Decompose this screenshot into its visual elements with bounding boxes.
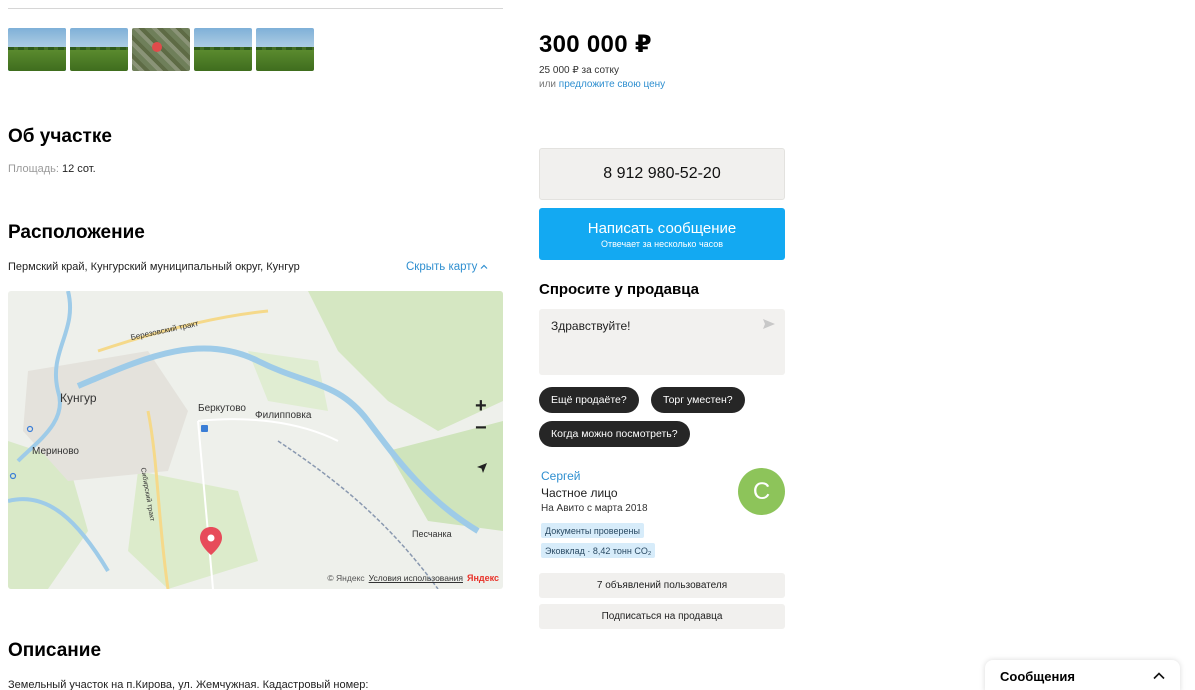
price: 300 000 ₽ <box>539 31 652 58</box>
photo-thumbnails <box>8 28 314 71</box>
seller-listings-button[interactable]: 7 объявлений пользователя <box>539 573 785 598</box>
zoom-out-button[interactable]: − <box>475 417 487 440</box>
area-line: Площадь: 12 сот. <box>8 163 96 175</box>
quick-question-chip-2[interactable]: Торг уместен? <box>651 387 745 413</box>
response-time: Отвечает за несколько часов <box>600 238 724 249</box>
write-message-button[interactable]: Написать сообщение Отвечает за несколько… <box>539 208 785 260</box>
location-map[interactable]: Кунгур Беркутово Филипповка Мериново Пес… <box>8 291 503 589</box>
location-heading: Расположение <box>8 222 145 243</box>
map-copyright: © Яндекс <box>327 573 365 583</box>
hide-map-link[interactable]: Скрыть карту <box>406 261 488 273</box>
price-per-unit: 25 000 ₽ за сотку <box>539 65 619 76</box>
map-label-peschanka: Песчанка <box>412 529 452 539</box>
messages-panel[interactable]: Сообщения <box>985 660 1180 690</box>
thumbnail-1[interactable] <box>8 28 66 71</box>
quick-question-chip-3[interactable]: Когда можно посмотреть? <box>539 421 690 447</box>
show-phone-button[interactable]: 8 912 980-52-20 <box>539 148 785 200</box>
about-heading: Об участке <box>8 126 112 147</box>
thumbnail-4[interactable] <box>194 28 252 71</box>
documents-verified-badge: Документы проверены <box>541 523 644 538</box>
seller-avatar[interactable]: С <box>738 468 785 515</box>
zoom-in-button[interactable]: + <box>475 395 487 418</box>
offer-price-link[interactable]: предложите свою цену <box>559 79 665 90</box>
seller-name[interactable]: Сергей <box>541 469 581 483</box>
map-label-filippovka: Филипповка <box>255 410 312 421</box>
offer-line: или предложите свою цену <box>539 79 665 90</box>
chevron-up-icon <box>480 264 488 269</box>
seller-type: Частное лицо <box>541 486 618 500</box>
ask-input-value: Здравствуйте! <box>551 319 631 333</box>
eco-contribution-badge[interactable]: Эковклад · 8,42 тонн CO₂ <box>541 543 656 558</box>
address: Пермский край, Кунгурский муниципальный … <box>8 261 300 273</box>
map-canvas <box>8 291 503 589</box>
map-footer: © Яндекс Условия использования Яндекс <box>327 573 499 583</box>
description-heading: Описание <box>8 640 102 661</box>
top-divider <box>8 8 503 9</box>
messages-title: Сообщения <box>1000 668 1075 684</box>
hide-map-label: Скрыть карту <box>406 261 478 273</box>
write-message-label: Написать сообщение <box>587 219 737 237</box>
send-icon[interactable] <box>763 319 775 329</box>
yandex-logo: Яндекс <box>466 573 499 583</box>
map-label-city: Кунгур <box>60 391 97 405</box>
locate-arrow-icon[interactable] <box>476 462 488 474</box>
subscribe-seller-button[interactable]: Подписаться на продавца <box>539 604 785 629</box>
map-terms-link[interactable]: Условия использования <box>369 573 463 583</box>
area-label: Площадь: <box>8 163 59 175</box>
map-label-merinovo: Мериново <box>32 446 79 457</box>
chevron-up-icon[interactable] <box>1153 672 1165 680</box>
thumbnail-2[interactable] <box>70 28 128 71</box>
offer-prefix: или <box>539 79 557 90</box>
ask-message-input[interactable]: Здравствуйте! <box>539 309 785 375</box>
description-text: Земельный участок на п.Кирова, ул. Жемчу… <box>8 679 369 690</box>
thumbnail-5[interactable] <box>256 28 314 71</box>
area-value: 12 сот. <box>62 163 96 175</box>
thumbnail-3[interactable] <box>132 28 190 71</box>
ask-seller-heading: Спросите у продавца <box>539 281 699 298</box>
seller-since: На Авито с марта 2018 <box>541 503 648 514</box>
map-label-berkutovo: Беркутово <box>198 403 246 414</box>
quick-question-chip-1[interactable]: Ещё продаёте? <box>539 387 639 413</box>
